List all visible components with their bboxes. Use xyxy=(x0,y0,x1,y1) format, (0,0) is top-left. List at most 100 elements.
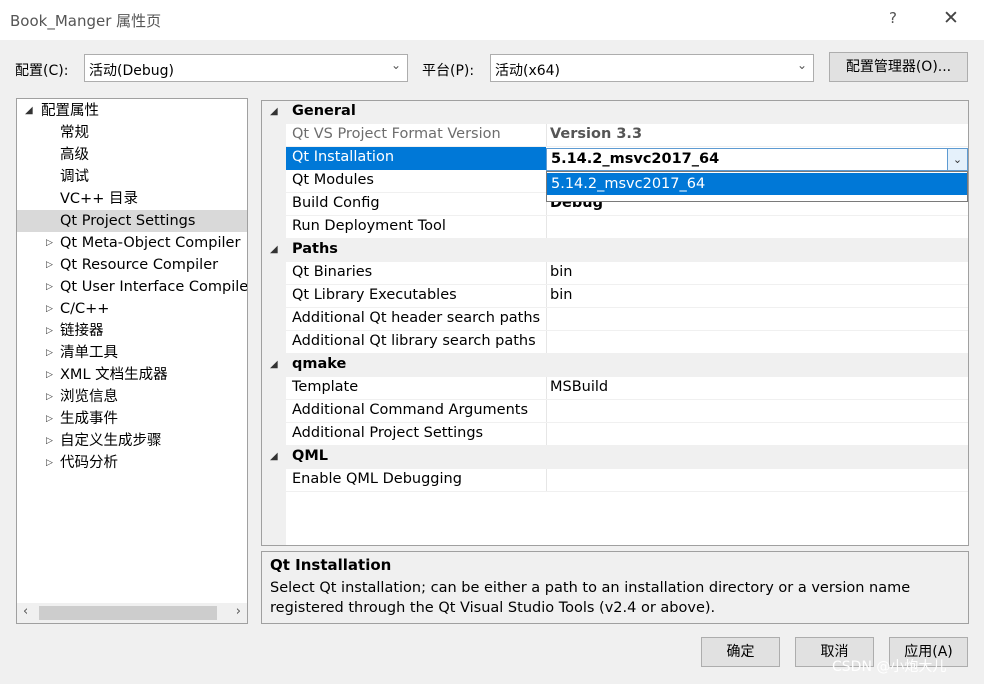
category-label: Paths xyxy=(292,241,338,257)
category-label: QML xyxy=(292,448,328,464)
tree-item-label: 代码分析 xyxy=(60,455,118,471)
property-tree[interactable]: ◢ 配置属性 常规 高级 调试 VC++ 目录 Qt Project Setti… xyxy=(16,98,248,624)
category-qml[interactable]: ◢ QML xyxy=(262,446,968,469)
divider xyxy=(546,331,547,354)
tree-item-label: C/C++ xyxy=(60,301,110,317)
expand-triangle-icon[interactable]: ▷ xyxy=(46,232,53,254)
expand-triangle-icon[interactable]: ▷ xyxy=(46,342,53,364)
tree-item-label: 生成事件 xyxy=(60,411,118,427)
property-key: Build Config xyxy=(292,195,380,211)
property-row[interactable]: Qt Library Executables bin xyxy=(262,285,968,308)
close-icon[interactable]: ✕ xyxy=(943,7,959,29)
property-grid[interactable]: ◢ General Qt VS Project Format Version V… xyxy=(261,100,969,546)
configuration-label: 配置(C): xyxy=(15,63,69,79)
tree-item[interactable]: ▷ 自定义生成步骤 xyxy=(17,430,247,452)
scroll-right-icon[interactable]: › xyxy=(236,604,241,619)
scrollbar-thumb[interactable] xyxy=(39,606,217,620)
tree-item-label: 浏览信息 xyxy=(60,389,118,405)
collapse-triangle-icon[interactable]: ◢ xyxy=(270,359,278,370)
expand-triangle-icon[interactable]: ▷ xyxy=(46,430,53,452)
property-key: Enable QML Debugging xyxy=(292,471,462,487)
chevron-down-icon[interactable]: ⌄ xyxy=(947,149,967,170)
tree-item[interactable]: ▷ Qt User Interface Compile xyxy=(17,276,247,298)
configuration-value: 活动(Debug) xyxy=(89,63,174,79)
tree-item-selected[interactable]: Qt Project Settings xyxy=(17,210,247,232)
tree-item-label: Qt Meta-Object Compiler xyxy=(60,235,241,251)
tree-item[interactable]: ▷ 清单工具 xyxy=(17,342,247,364)
collapse-triangle-icon[interactable]: ◢ xyxy=(25,100,33,122)
chevron-down-icon: ⌄ xyxy=(390,58,401,72)
expand-triangle-icon[interactable]: ▷ xyxy=(46,364,53,386)
property-row[interactable]: Run Deployment Tool xyxy=(262,216,968,239)
chevron-down-icon: ⌄ xyxy=(796,58,807,72)
collapse-triangle-icon[interactable]: ◢ xyxy=(270,451,278,462)
tree-item[interactable]: ▷ 代码分析 xyxy=(17,452,247,474)
divider xyxy=(546,308,547,331)
property-row[interactable]: Additional Command Arguments xyxy=(262,400,968,423)
tree-item[interactable]: ▷ 浏览信息 xyxy=(17,386,247,408)
tree-root-item[interactable]: ◢ 配置属性 xyxy=(17,100,247,122)
tree-item[interactable]: ▷ XML 文档生成器 xyxy=(17,364,247,386)
property-row[interactable]: Additional Qt library search paths xyxy=(262,331,968,354)
tree-item[interactable]: 常规 xyxy=(17,122,247,144)
scroll-left-icon[interactable]: ‹ xyxy=(23,604,28,619)
property-key: Run Deployment Tool xyxy=(292,218,446,234)
expand-triangle-icon[interactable]: ▷ xyxy=(46,386,53,408)
expand-triangle-icon[interactable]: ▷ xyxy=(46,254,53,276)
description-panel: Qt Installation Select Qt installation; … xyxy=(261,551,969,624)
property-key: Qt Library Executables xyxy=(292,287,457,303)
property-row[interactable]: Template MSBuild xyxy=(262,377,968,400)
tree-item-label: 自定义生成步骤 xyxy=(60,433,162,449)
tree-item[interactable]: ▷ Qt Resource Compiler xyxy=(17,254,247,276)
dropdown-option[interactable]: 5.14.2_msvc2017_64 xyxy=(547,173,967,195)
property-row[interactable]: Additional Project Settings xyxy=(262,423,968,446)
property-row[interactable]: Additional Qt header search paths xyxy=(262,308,968,331)
tree-item[interactable]: ▷ 链接器 xyxy=(17,320,247,342)
divider xyxy=(286,491,968,492)
property-row[interactable]: Qt Binaries bin xyxy=(262,262,968,285)
collapse-triangle-icon[interactable]: ◢ xyxy=(270,244,278,255)
property-key: Additional Qt header search paths xyxy=(292,310,541,326)
collapse-triangle-icon[interactable]: ◢ xyxy=(270,106,278,117)
category-paths[interactable]: ◢ Paths xyxy=(262,239,968,262)
property-key: Qt VS Project Format Version xyxy=(292,126,501,142)
ok-button[interactable]: 确定 xyxy=(701,637,780,667)
qt-installation-dropdown[interactable]: 5.14.2_msvc2017_64 xyxy=(546,171,968,202)
tree-item-label: 清单工具 xyxy=(60,345,118,361)
property-key: Additional Command Arguments xyxy=(292,402,529,418)
tree-item[interactable]: ▷ 生成事件 xyxy=(17,408,247,430)
expand-triangle-icon[interactable]: ▷ xyxy=(46,320,53,342)
description-text: Select Qt installation; can be either a … xyxy=(270,580,911,616)
title-bar: Book_Manger 属性页 ? ✕ xyxy=(0,0,984,40)
help-icon[interactable]: ? xyxy=(889,9,897,27)
tree-item-label: Qt User Interface Compile xyxy=(60,279,248,295)
configuration-select[interactable]: 活动(Debug) ⌄ xyxy=(84,54,408,82)
property-row[interactable]: Enable QML Debugging xyxy=(262,469,968,492)
configuration-manager-button[interactable]: 配置管理器(O)... xyxy=(829,52,968,82)
category-general[interactable]: ◢ General xyxy=(262,101,968,124)
horizontal-scrollbar[interactable]: ‹ › xyxy=(17,603,247,623)
platform-label: 平台(P): xyxy=(422,63,475,79)
tree-item[interactable]: 高级 xyxy=(17,144,247,166)
divider xyxy=(546,469,547,492)
property-key: Qt Modules xyxy=(292,172,374,188)
platform-select[interactable]: 活动(x64) ⌄ xyxy=(490,54,814,82)
property-value: bin xyxy=(550,264,573,280)
property-value: Version 3.3 xyxy=(550,126,643,142)
expand-triangle-icon[interactable]: ▷ xyxy=(46,298,53,320)
tree-item[interactable]: 调试 xyxy=(17,166,247,188)
property-value: MSBuild xyxy=(550,379,609,395)
tree-item[interactable]: VC++ 目录 xyxy=(17,188,247,210)
tree-item-label: XML 文档生成器 xyxy=(60,367,168,383)
expand-triangle-icon[interactable]: ▷ xyxy=(46,276,53,298)
tree-item[interactable]: ▷ C/C++ xyxy=(17,298,247,320)
expand-triangle-icon[interactable]: ▷ xyxy=(46,452,53,474)
category-qmake[interactable]: ◢ qmake xyxy=(262,354,968,377)
divider xyxy=(546,423,547,446)
description-title: Qt Installation xyxy=(270,556,392,574)
qt-installation-combobox[interactable]: 5.14.2_msvc2017_64 ⌄ xyxy=(546,148,968,171)
property-row[interactable]: Qt VS Project Format Version Version 3.3 xyxy=(262,124,968,147)
expand-triangle-icon[interactable]: ▷ xyxy=(46,408,53,430)
tree-item[interactable]: ▷ Qt Meta-Object Compiler xyxy=(17,232,247,254)
tree-item-label: 常规 xyxy=(60,125,89,141)
